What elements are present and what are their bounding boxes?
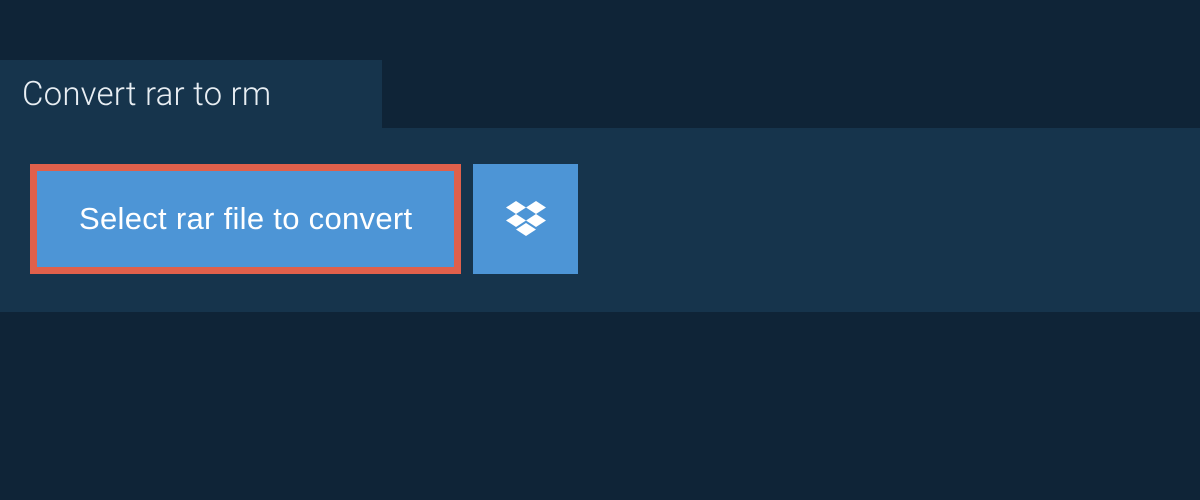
dropbox-source-button[interactable]	[473, 164, 578, 274]
main-panel: Select rar file to convert	[0, 128, 1200, 312]
select-file-button[interactable]: Select rar file to convert	[37, 171, 454, 267]
dropbox-icon	[506, 201, 546, 237]
tab-header: Convert rar to rm	[0, 60, 382, 128]
select-file-highlight: Select rar file to convert	[30, 164, 461, 274]
page-title: Convert rar to rm	[22, 75, 271, 114]
upload-button-row: Select rar file to convert	[30, 164, 1200, 274]
